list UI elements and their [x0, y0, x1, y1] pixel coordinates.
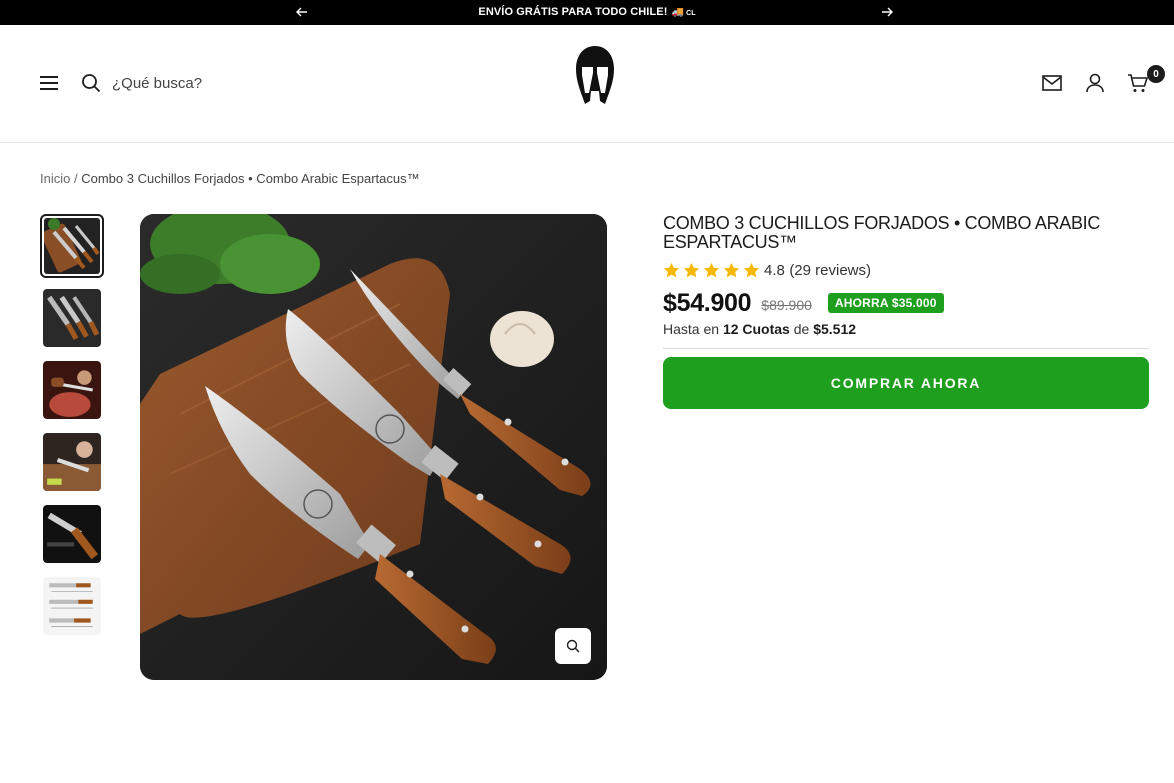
product-rating[interactable]: 4.8 (29 reviews) [663, 261, 1149, 279]
product-info: Combo 3 Cuchillos Forjados • Combo Arabi… [663, 214, 1149, 409]
star-icon [703, 262, 720, 277]
flag-label: CL [686, 10, 696, 17]
cart-count-badge[interactable]: 0 [1147, 65, 1165, 83]
zoom-button[interactable] [555, 628, 591, 664]
user-icon[interactable] [1084, 72, 1106, 94]
price-row: $54.900 $89.900 AHORRA $35.000 [663, 288, 1149, 318]
installments-mid: de [793, 321, 810, 337]
rating-stars [663, 262, 760, 279]
review-count[interactable]: (29 reviews) [789, 262, 871, 279]
divider [663, 348, 1149, 349]
search-icon[interactable] [81, 73, 101, 93]
zoom-in-icon [566, 639, 580, 653]
hamburger-menu-icon[interactable] [40, 76, 58, 90]
star-icon [743, 262, 760, 277]
sale-price: $54.900 [663, 288, 752, 317]
thumbnail-3[interactable] [43, 361, 101, 419]
thumbnail-6[interactable] [43, 577, 101, 635]
compare-price: $89.900 [761, 297, 812, 313]
installments-text: Hasta en 12 Cuotas de $5.512 [663, 321, 1149, 337]
truck-emoji: 🚚 [671, 7, 685, 18]
star-icon [663, 262, 680, 277]
thumbnail-list [40, 214, 104, 649]
thumbnail-5[interactable] [43, 505, 101, 563]
installments-amount: $5.512 [813, 321, 857, 337]
cart-icon[interactable] [1127, 72, 1149, 94]
product-title: Combo 3 Cuchillos Forjados • Combo Arabi… [663, 213, 1101, 252]
installments-count: 12 Cuotas [722, 321, 790, 337]
star-icon [683, 262, 700, 277]
breadcrumb: Inicio / Combo 3 Cuchillos Forjados • Co… [40, 171, 420, 186]
star-icon [723, 262, 740, 277]
breadcrumb-current: Combo 3 Cuchillos Forjados • Combo Arabi… [81, 171, 420, 186]
search-input[interactable]: ¿Qué busca? [112, 75, 202, 92]
thumbnail-4[interactable] [43, 433, 101, 491]
installments-prefix: Hasta en [663, 321, 720, 337]
announcement-bar: ENVÍO GRÁTIS PARA TODO CHILE! 🚚 CL [0, 0, 1174, 25]
thumbnail-1[interactable] [40, 214, 104, 278]
rating-value: 4.8 [764, 261, 785, 279]
announcement-next-button[interactable] [878, 3, 896, 21]
thumbnail-2[interactable] [43, 289, 101, 347]
spartan-helmet-logo[interactable] [574, 45, 616, 107]
buy-now-button[interactable]: COMPRAR AHORA [663, 357, 1149, 409]
breadcrumb-separator: / [73, 171, 78, 186]
breadcrumb-home-link[interactable]: Inicio [40, 171, 70, 186]
announcement-text: ENVÍO GRÁTIS PARA TODO CHILE! [478, 6, 668, 18]
arrow-right-icon [882, 7, 893, 17]
mail-icon[interactable] [1041, 72, 1063, 94]
announcement-message: ENVÍO GRÁTIS PARA TODO CHILE! 🚚 CL [0, 6, 1174, 18]
site-header: ¿Qué busca? 0 [0, 25, 1174, 143]
main-product-image[interactable] [140, 214, 607, 680]
savings-badge: AHORRA $35.000 [827, 293, 944, 313]
